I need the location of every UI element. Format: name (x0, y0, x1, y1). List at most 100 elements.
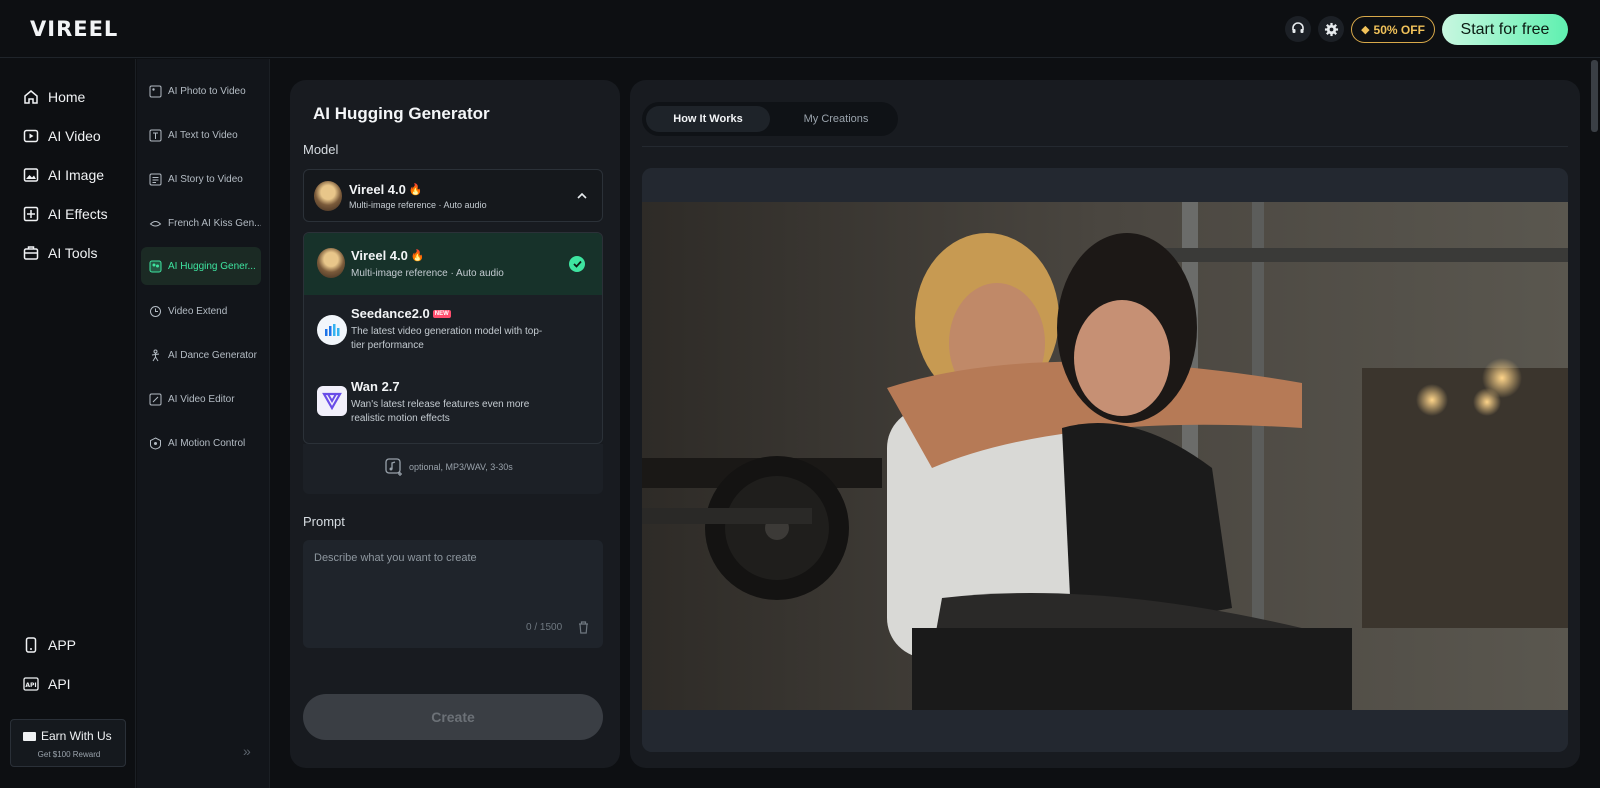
page-title: AI Hugging Generator (313, 104, 490, 123)
model-avatar (314, 181, 342, 211)
photo-icon (149, 85, 162, 97)
dance-icon (151, 349, 160, 361)
subnav-label: AI Photo to Video (168, 85, 246, 97)
seedance-logo-icon (317, 315, 347, 345)
motion-icon (150, 436, 161, 450)
fire-icon: 🔥 (408, 184, 423, 196)
collapse-sidebar-icon[interactable]: » (243, 743, 251, 759)
subnav-label: French AI Kiss Gen... (168, 217, 261, 229)
nav-item-api[interactable]: API API (22, 672, 71, 696)
option-subtitle-line2: tier performance (351, 340, 424, 351)
nav-item-app[interactable]: APP (22, 633, 76, 657)
logo[interactable]: VIREEL (30, 17, 118, 41)
subnav-ai-motion-control[interactable]: AI Motion Control (141, 424, 261, 462)
subnav-ai-story-to-video[interactable]: AI Story to Video (141, 160, 261, 198)
option-subtitle-line1: Wan's latest release features even more (351, 399, 530, 410)
model-option-seedance[interactable]: Seedance2.0 NEW The latest video generat… (304, 299, 602, 369)
page-scrollbar[interactable] (1591, 60, 1598, 132)
selected-model-subtitle: Multi-image reference · Auto audio (349, 200, 487, 210)
tab-how-it-works[interactable]: How It Works (646, 106, 770, 132)
divider (642, 146, 1568, 147)
home-icon (22, 88, 40, 106)
money-icon (23, 731, 36, 741)
subnav-label: AI Hugging Gener... (168, 260, 256, 272)
subnav-ai-dance-generator[interactable]: AI Dance Generator (141, 336, 261, 374)
subnav-label: AI Text to Video (168, 129, 238, 141)
nav-item-ai-image[interactable]: AI Image (22, 163, 104, 187)
nav-item-label: AI Image (48, 167, 105, 183)
subnav-ai-hugging-generator[interactable]: AI Hugging Gener... (141, 247, 261, 285)
kiss-icon (149, 220, 162, 226)
prompt-placeholder: Describe what you want to create (314, 552, 477, 564)
secondary-sidebar: AI Photo to Video AI Text to Video AI St… (137, 59, 270, 788)
option-name: Wan 2.7 (351, 379, 400, 394)
extend-icon (150, 305, 161, 317)
promo-label: 50% OFF (1373, 22, 1425, 37)
char-count: 0 / 1500 (526, 622, 563, 633)
nav-item-ai-effects[interactable]: AI Effects (22, 202, 108, 226)
subnav-ai-photo-to-video[interactable]: AI Photo to Video (141, 72, 261, 110)
earn-with-us-card[interactable]: Earn With Us Get $100 Reward (10, 719, 126, 767)
model-option-vireel[interactable]: Vireel 4.0 🔥 Multi-image reference · Aut… (304, 233, 602, 295)
option-subtitle-line1: The latest video generation model with t… (351, 326, 543, 337)
nav-item-ai-video[interactable]: AI Video (22, 124, 101, 148)
nav-item-label: APP (48, 637, 77, 653)
subnav-label: AI Dance Generator (168, 349, 257, 361)
model-label: Model (303, 142, 339, 157)
subnav-french-ai-kiss[interactable]: French AI Kiss Gen... (141, 204, 261, 242)
promo-badge[interactable]: ◆ 50% OFF (1351, 16, 1435, 43)
subnav-label: AI Story to Video (168, 173, 243, 185)
subnav-ai-video-editor[interactable]: AI Video Editor (141, 380, 261, 418)
preview-tabs: How It Works My Creations (642, 102, 898, 136)
fire-icon: 🔥 (410, 250, 425, 262)
model-select[interactable]: Vireel 4.0 🔥 Multi-image reference · Aut… (303, 169, 603, 222)
earn-subtitle: Get $100 Reward (37, 750, 101, 759)
diamond-icon: ◆ (1361, 24, 1370, 36)
subnav-label: AI Video Editor (168, 393, 235, 405)
nav-item-label: Home (48, 89, 86, 105)
story-icon (149, 173, 162, 185)
effects-icon (22, 205, 40, 223)
subnav-ai-text-to-video[interactable]: AI Text to Video (141, 116, 261, 154)
gear-icon[interactable] (1318, 16, 1344, 42)
nav-item-ai-tools[interactable]: AI Tools (22, 241, 98, 265)
svg-text:API: API (25, 682, 36, 689)
model-option-wan[interactable]: Wan 2.7 Wan's latest release features ev… (304, 373, 602, 443)
hug-icon (149, 260, 162, 272)
selected-model-name: Vireel 4.0 (349, 182, 406, 197)
option-name: Vireel 4.0 (351, 248, 408, 263)
video-icon (22, 127, 40, 145)
top-bar: VIREEL ◆ 50% OFF Start for free (0, 0, 1600, 58)
subnav-video-extend[interactable]: Video Extend (141, 292, 261, 330)
nav-item-label: AI Effects (48, 206, 108, 222)
model-avatar (317, 248, 345, 278)
audio-hint: optional, MP3/WAV, 3-30s (409, 462, 513, 472)
nav-item-label: AI Video (48, 128, 101, 144)
api-icon: API (22, 675, 40, 693)
music-upload-icon (385, 458, 402, 476)
start-for-free-button[interactable]: Start for free (1442, 14, 1568, 45)
audio-upload[interactable]: optional, MP3/WAV, 3-30s (303, 444, 603, 494)
model-dropdown: Vireel 4.0 🔥 Multi-image reference · Aut… (303, 232, 603, 444)
chevron-up-icon (577, 192, 587, 199)
option-subtitle-line2: realistic motion effects (351, 413, 450, 424)
image-icon (22, 166, 40, 184)
option-subtitle: Multi-image reference · Auto audio (351, 268, 504, 279)
prompt-textarea[interactable]: Describe what you want to create 0 / 150… (303, 540, 603, 648)
clear-prompt-icon[interactable] (577, 620, 590, 634)
logo-text: VIREEL (30, 17, 119, 41)
headset-icon[interactable] (1285, 16, 1311, 42)
preview-panel: How It Works My Creations (630, 80, 1580, 768)
editor-icon (149, 393, 162, 405)
example-video[interactable] (642, 168, 1568, 752)
subnav-label: AI Motion Control (168, 437, 246, 449)
tab-my-creations[interactable]: My Creations (778, 106, 894, 132)
option-name: Seedance2.0 (351, 306, 430, 321)
wan-logo-icon (317, 386, 347, 416)
text-icon (149, 129, 162, 141)
new-badge: NEW (432, 309, 451, 318)
create-button[interactable]: Create (303, 694, 603, 740)
subnav-label: Video Extend (168, 305, 228, 317)
generator-panel: AI Hugging Generator Model Vireel 4.0 🔥 … (290, 80, 620, 768)
nav-item-home[interactable]: Home (22, 85, 85, 109)
